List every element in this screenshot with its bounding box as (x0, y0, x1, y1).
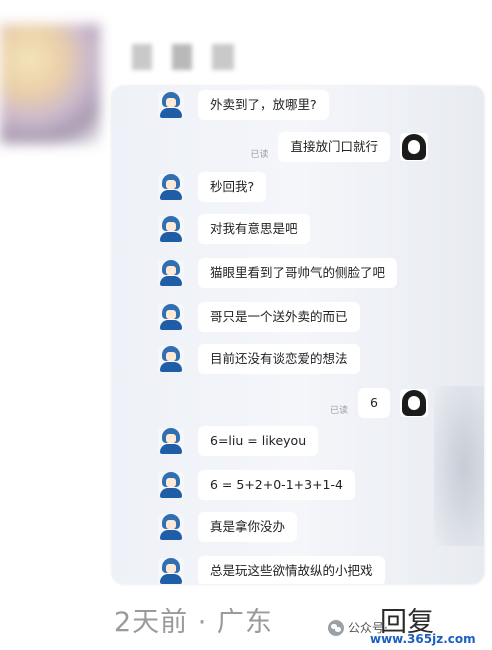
blue-hair-avatar-icon (158, 260, 184, 286)
black-hair-avatar-icon (400, 389, 428, 417)
chat-message-row: 已读 6 (330, 388, 428, 418)
chat-message-row: 哥只是一个送外卖的而已 (158, 302, 360, 332)
message-bubble: 秒回我? (198, 172, 267, 202)
message-bubble: 目前还没有谈恋爱的想法 (198, 344, 360, 374)
chat-message-row: 真是拿你没办 (158, 512, 298, 542)
chat-message-row: 对我有意思是吧 (158, 214, 310, 244)
blue-hair-avatar-icon (158, 346, 184, 372)
blue-hair-avatar-icon (158, 92, 184, 118)
read-receipt: 已读 (330, 406, 349, 416)
message-bubble: 真是拿你没办 (198, 512, 298, 542)
wechat-icon (328, 619, 344, 636)
chat-message-row: 已读 直接放门口就行 (250, 132, 428, 162)
message-bubble: 6 (358, 388, 390, 418)
message-bubble: 直接放门口就行 (278, 132, 390, 162)
chat-message-row: 6=liu = likeyou (158, 426, 319, 456)
message-bubble: 6=liu = likeyou (198, 426, 319, 456)
message-bubble: 6 = 5+2+0-1+3+1-4 (198, 470, 355, 500)
post-time-location: 2天前 · 广东 (114, 607, 273, 638)
watermark-url: www.365jz.com (370, 632, 476, 646)
chat-message-row: 目前还没有谈恋爱的想法 (158, 344, 360, 374)
post-author-name-blurred (212, 44, 234, 70)
message-bubble: 外卖到了，放哪里? (198, 90, 329, 120)
chat-screenshot-image[interactable]: 外卖到了，放哪里? 已读 直接放门口就行 秒回我? 对我有意思是吧 猫眼里看到了… (112, 86, 484, 584)
message-bubble: 对我有意思是吧 (198, 214, 310, 244)
blue-hair-avatar-icon (158, 216, 184, 242)
blue-hair-avatar-icon (158, 514, 184, 540)
blue-hair-avatar-icon (158, 304, 184, 330)
post-author-avatar[interactable] (0, 24, 100, 144)
blue-hair-avatar-icon (158, 428, 184, 454)
blue-hair-avatar-icon (158, 558, 184, 584)
chat-message-row: 秒回我? (158, 172, 267, 202)
chat-message-row: 猫眼里看到了哥帅气的侧脸了吧 (158, 258, 398, 288)
read-receipt: 已读 (250, 150, 269, 160)
message-bubble: 哥只是一个送外卖的而已 (198, 302, 360, 332)
post-author-name-blurred (132, 44, 152, 70)
black-hair-avatar-icon (400, 133, 428, 161)
blue-hair-avatar-icon (158, 472, 184, 498)
message-bubble: 猫眼里看到了哥帅气的侧脸了吧 (198, 258, 398, 288)
post-author-name-blurred (172, 44, 192, 70)
message-bubble: 总是玩这些欲情故纵的小把戏 (198, 556, 385, 584)
chat-message-row: 总是玩这些欲情故纵的小把戏 (158, 556, 385, 584)
chat-message-row: 6 = 5+2+0-1+3+1-4 (158, 470, 355, 500)
blue-hair-avatar-icon (158, 174, 184, 200)
chat-message-row: 外卖到了，放哪里? (158, 90, 329, 120)
